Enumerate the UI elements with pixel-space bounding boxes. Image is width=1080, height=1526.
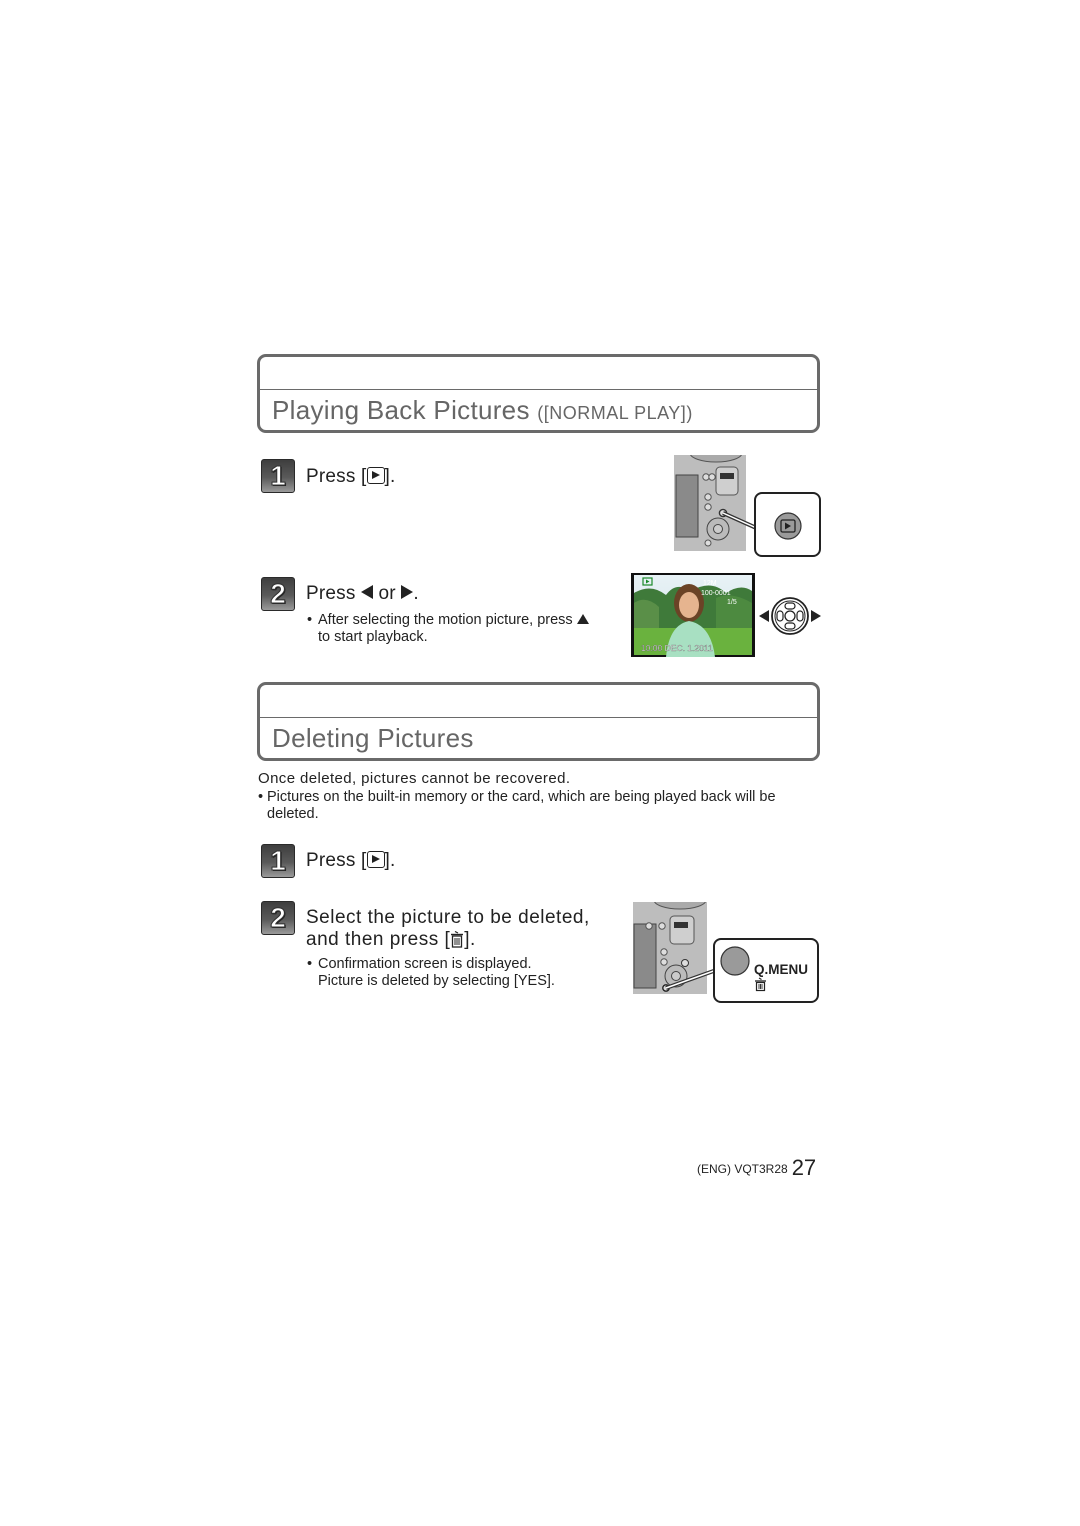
title-subtitle: ([NORMAL PLAY]) [537, 403, 693, 423]
step-2-note: • After selecting the motion picture, pr… [307, 612, 618, 646]
left-arrow-icon [361, 585, 374, 599]
step-2-instruction: Press or . [306, 583, 419, 604]
header-divider [260, 389, 817, 390]
lcd-playback-screen: 12M 100-0001 1/5 10:00 DEC. 1.2011 [631, 573, 755, 657]
section-title-deleting: Deleting Pictures [272, 723, 474, 754]
document-code: (ENG) VQT3R28 [697, 1162, 788, 1176]
up-arrow-icon [576, 614, 589, 624]
step-badge-2: 2 [261, 577, 295, 611]
play-button-icon [366, 467, 385, 484]
step-badge-1: 1 [261, 844, 295, 878]
step-1-instruction: Press []. [306, 850, 396, 871]
lcd-file-number: 100-0001 [701, 590, 731, 597]
step-badge-1: 1 [261, 459, 295, 493]
step-2-instruction: Select the picture to be deleted, and th… [306, 907, 590, 950]
delete-warning: Once deleted, pictures cannot be recover… [258, 770, 571, 787]
page-footer: (ENG) VQT3R28 27 [697, 1155, 816, 1181]
camera-delete-button-illustration: Q.MENU [633, 902, 819, 1003]
play-button-icon [366, 851, 385, 868]
step-2-note: • Confirmation screen is displayed. Pict… [307, 956, 555, 989]
lcd-count: 1/5 [727, 599, 737, 606]
section-header-playback: Playing Back Pictures ([NORMAL PLAY]) [257, 354, 820, 433]
lcd-datetime: 10:00 DEC. 1.2011 [641, 643, 713, 653]
trash-icon [450, 930, 464, 948]
bullet: • [307, 612, 313, 628]
step-badge-2: 2 [261, 901, 295, 935]
camera-play-button-illustration [674, 455, 821, 557]
step-1-instruction: Press []. [306, 466, 396, 487]
right-arrow-icon [401, 585, 414, 599]
delete-warning-note: • Pictures on the built-in memory or the… [258, 789, 776, 822]
page-number: 27 [791, 1155, 817, 1180]
section-title-playback: Playing Back Pictures ([NORMAL PLAY]) [272, 395, 693, 426]
cursor-pad-left-right-icon [759, 597, 821, 635]
title-text: Deleting Pictures [272, 723, 474, 753]
header-divider [260, 717, 817, 718]
qmenu-label: Q.MENU [754, 962, 808, 977]
section-header-deleting: Deleting Pictures [257, 682, 820, 761]
lcd-quality: 12M [703, 580, 717, 587]
title-text: Playing Back Pictures [272, 395, 530, 425]
